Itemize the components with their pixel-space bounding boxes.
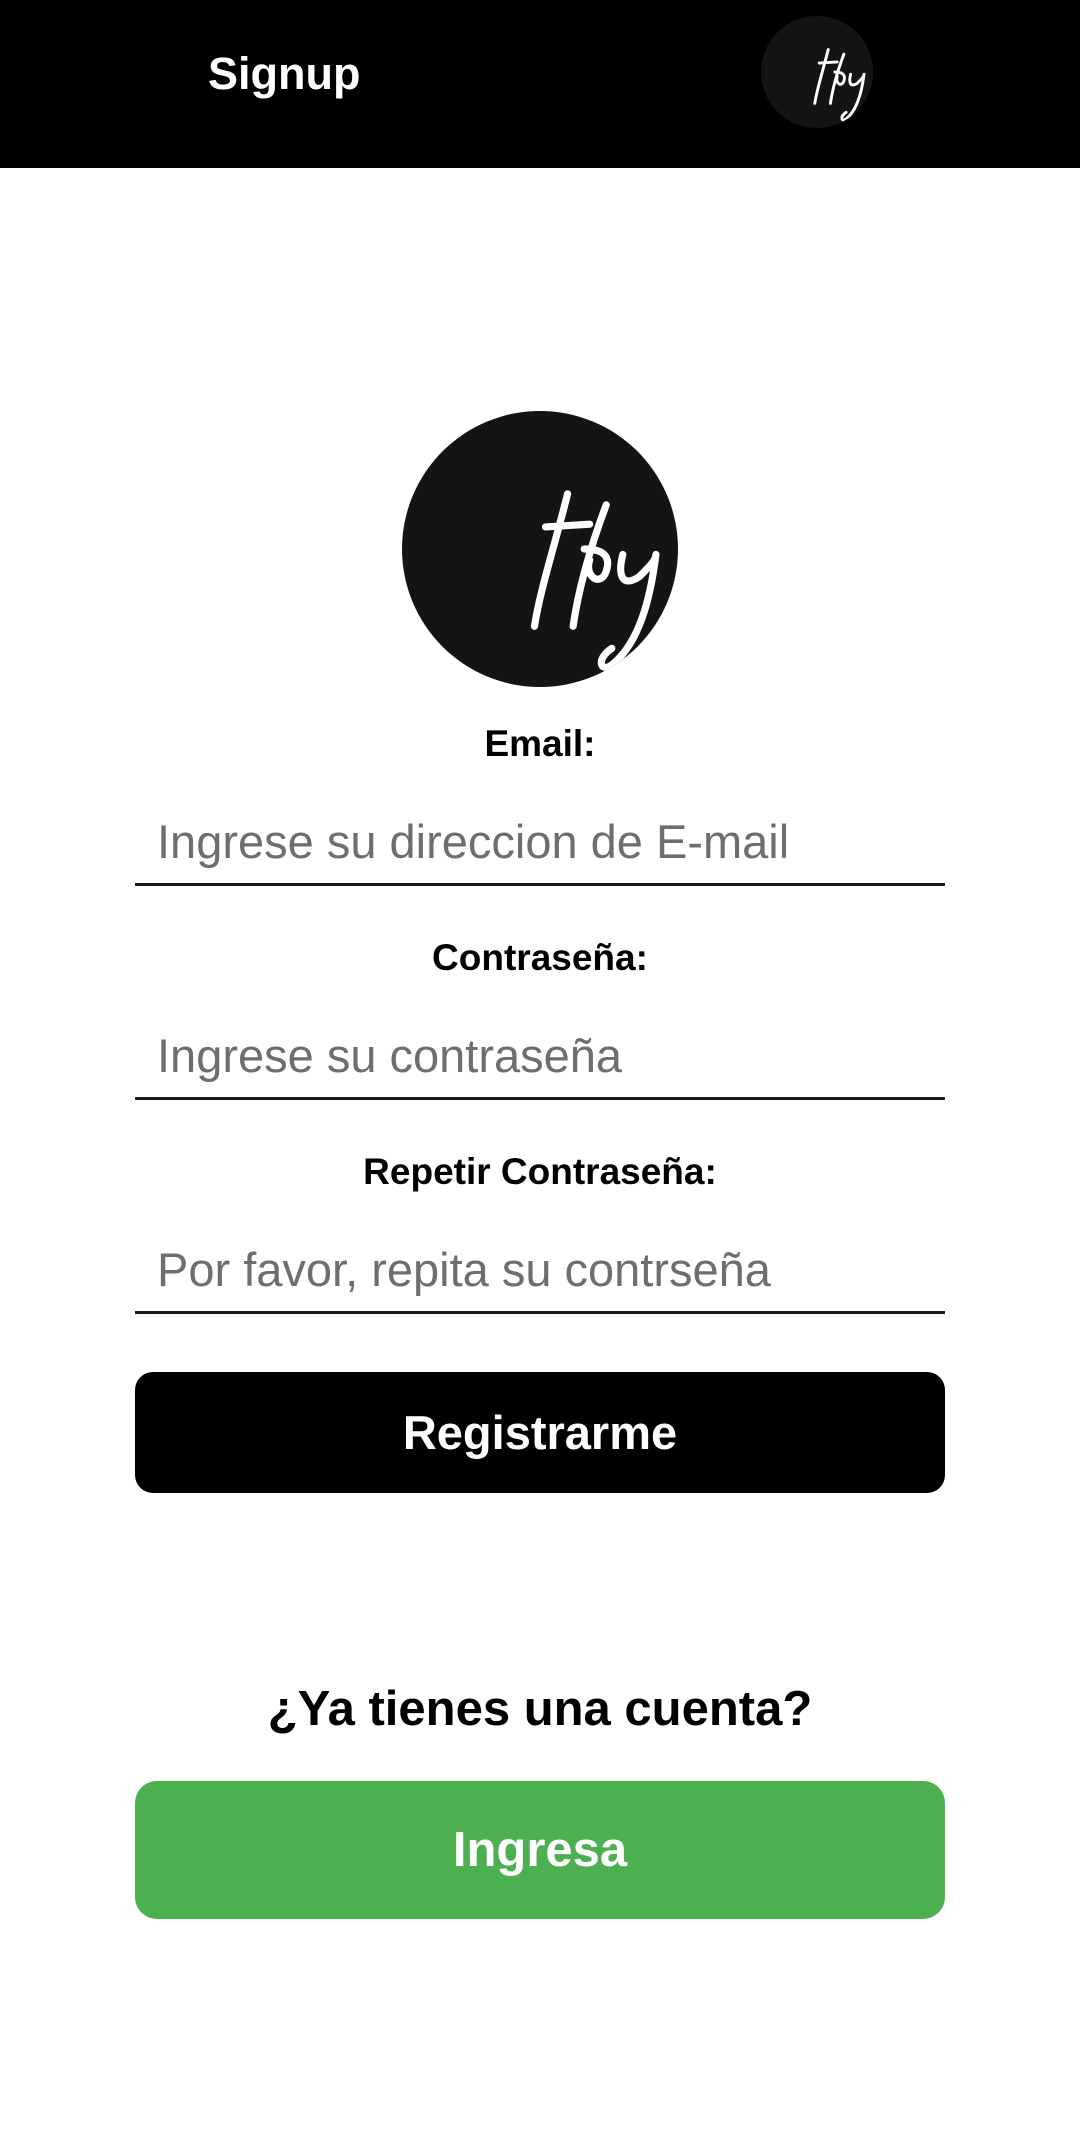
app-bar: Signup (0, 0, 1080, 168)
login-prompt-text: ¿Ya tienes una cuenta? (267, 1682, 813, 1736)
email-field[interactable] (135, 800, 945, 886)
login-button[interactable]: Ingresa (135, 1781, 945, 1919)
repeat-password-label: Repetir Contraseña: (363, 1151, 717, 1192)
tfy-logo-icon (761, 16, 873, 128)
password-field[interactable] (135, 1014, 945, 1100)
repeat-password-field[interactable] (135, 1228, 945, 1314)
password-label: Contraseña: (432, 937, 648, 978)
app-bar-title: Signup (208, 48, 361, 99)
tfy-logo-icon (402, 411, 678, 687)
register-button[interactable]: Registrarme (135, 1372, 945, 1493)
email-label: Email: (484, 723, 596, 764)
